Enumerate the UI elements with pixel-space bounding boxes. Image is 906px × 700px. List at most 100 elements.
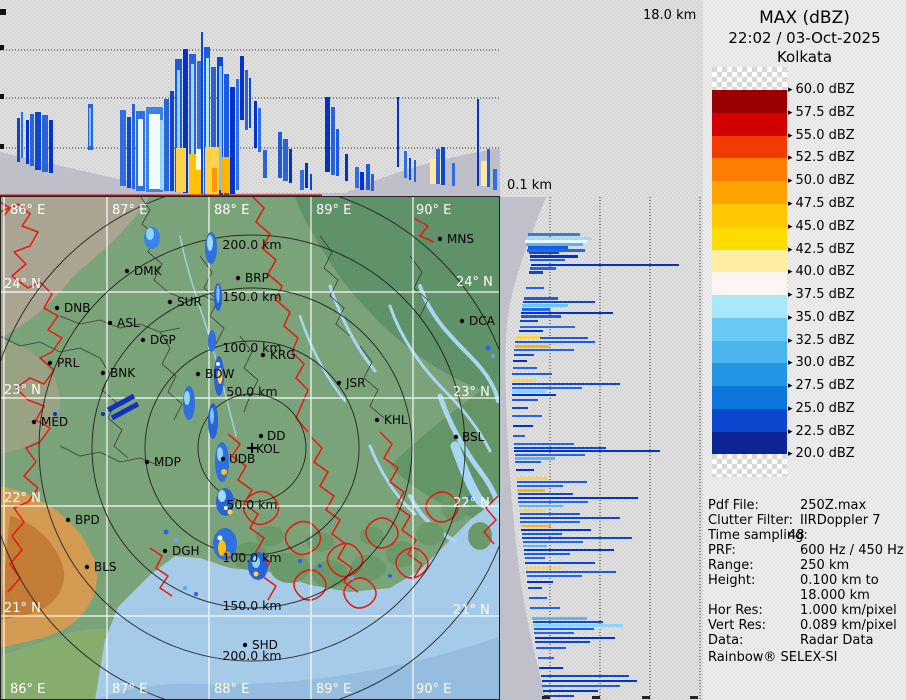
metadata-row: Height: 0.100 km to [708,573,879,588]
scale-cell [712,409,787,432]
scale-cell [712,136,787,158]
scale-tick-icon: ▸ [788,222,793,232]
scale-tick-icon: ▸ [788,427,793,437]
scale-cell [712,181,787,204]
software-branding: Rainbow® SELEX-SI [708,650,838,665]
station-name: Kolkata [776,48,833,66]
svg-text:SUR: SUR [177,295,202,309]
svg-text:UDB: UDB [229,452,255,466]
svg-text:DCA: DCA [469,314,496,328]
metadata-row: 18.000 km [800,588,870,603]
scale-label: ▸ 32.5 dBZ [788,333,855,348]
scale-tick-icon: ▸ [788,290,793,300]
scale-tick-icon: ▸ [788,153,793,163]
scale-label: ▸ 37.5 dBZ [788,287,855,302]
metadata-row: Time sampling: 48 [708,528,808,543]
svg-text:ASL: ASL [117,316,140,330]
svg-text:BNK: BNK [110,366,136,380]
svg-text:90° E: 90° E [416,203,451,218]
svg-text:23° N: 23° N [453,385,490,400]
scale-tick-icon: ▸ [788,336,793,346]
scale-cell [712,341,787,363]
scale-cell [712,113,787,136]
svg-text:200.0 km: 200.0 km [222,237,281,252]
scale-tick-icon: ▸ [788,404,793,414]
svg-text:PRL: PRL [57,356,80,370]
svg-text:DD: DD [267,429,285,443]
svg-text:DNB: DNB [64,301,90,315]
scale-cell [712,250,787,272]
scale-label: ▸ 47.5 dBZ [788,196,855,211]
svg-text:MED: MED [41,415,68,429]
svg-text:24° N: 24° N [4,277,41,292]
svg-text:23° N: 23° N [4,383,41,398]
svg-text:89° E: 89° E [316,203,351,218]
scale-cell-below-min [712,454,787,477]
svg-text:150.0 km: 150.0 km [222,289,281,304]
svg-text:88° E: 88° E [214,203,249,218]
scale-cell [712,386,787,409]
scale-cell [712,272,787,295]
scale-tick-icon: ▸ [788,199,793,209]
scale-label: ▸ 35.0 dBZ [788,310,855,325]
scale-label: ▸ 45.0 dBZ [788,219,855,234]
scale-cell [712,158,787,181]
scale-label: ▸ 52.5 dBZ [788,150,855,165]
metadata-row: Data: Radar Data [708,633,874,648]
scale-label: ▸ 42.5 dBZ [788,242,855,257]
metadata-row: Pdf File: 250Z.max [708,498,867,513]
svg-text:24° N: 24° N [456,275,493,290]
scale-label: ▸ 40.0 dBZ [788,264,855,279]
svg-text:86° E: 86° E [10,682,45,697]
scale-tick-icon: ▸ [788,381,793,391]
svg-text:DGP: DGP [150,333,176,347]
metadata-row: Clutter Filter: IIRDoppler 7 [708,513,881,528]
scale-label: ▸ 57.5 dBZ [788,105,855,120]
svg-text:87° E: 87° E [112,203,147,218]
svg-text:KHL: KHL [384,413,408,427]
center-station-label: KOL [256,442,280,456]
scale-label: ▸ 22.5 dBZ [788,424,855,439]
scale-tick-icon: ▸ [788,85,793,95]
scale-cell [712,295,787,318]
top-cross-section-plot [0,9,500,197]
scale-label: ▸ 30.0 dBZ [788,355,855,370]
svg-text:90° E: 90° E [416,682,451,697]
scale-tick-icon: ▸ [788,267,793,277]
product-datetime: 22:02 / 03-Oct-2025 [728,29,881,47]
svg-text:DMK: DMK [134,264,163,278]
svg-text:BSL: BSL [462,430,485,444]
scale-tick-icon: ▸ [788,108,793,118]
scale-tick-icon: ▸ [788,245,793,255]
metadata-row: Range: 250 km [708,558,850,573]
svg-text:KRG: KRG [270,348,296,362]
metadata-row: PRF: 600 Hz / 450 Hz [708,543,904,558]
left-edge-ticks [0,9,6,149]
scale-cell [712,318,787,341]
metadata-row: Hor Res: 1.000 km/pixel [708,603,897,618]
scale-tick-icon: ▸ [788,358,793,368]
scale-label: ▸ 50.0 dBZ [788,173,855,188]
height-axis-max-label: 18.0 km [643,8,697,23]
svg-text:88° E: 88° E [214,682,249,697]
scale-cell-above-max [712,67,787,90]
scale-cell [712,363,787,386]
height-axis-min-label: 0.1 km [507,178,552,193]
svg-text:JSR: JSR [345,376,366,390]
scale-label: ▸ 20.0 dBZ [788,446,855,461]
scale-cell [712,204,787,227]
scale-tick-icon: ▸ [788,449,793,459]
scale-label: ▸ 25.0 dBZ [788,401,855,416]
scale-cell [712,432,787,454]
svg-text:MNS: MNS [447,232,474,246]
metadata-row: Vert Res: 0.089 km/pixel [708,618,897,633]
svg-text:86° E: 86° E [10,203,45,218]
radar-display-window: 18.0 km 0.1 km 86° E 87° E 88° E 89° E 9… [0,0,906,700]
scale-cell [712,227,787,250]
terrain-mask [0,148,500,197]
svg-text:87° E: 87° E [112,682,147,697]
scale-tick-icon: ▸ [788,176,793,186]
product-title: MAX (dBZ) [759,8,850,28]
svg-text:50.0 km: 50.0 km [226,384,277,399]
scale-tick-icon: ▸ [788,131,793,141]
